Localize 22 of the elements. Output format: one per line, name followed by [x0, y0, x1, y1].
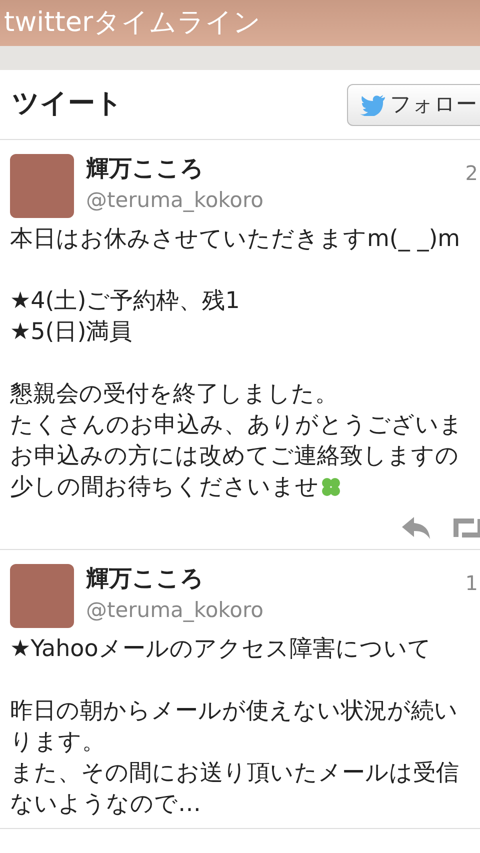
tweet-text: 本日はお休みさせていただきますm(_ _)m: [10, 225, 462, 254]
tweet-text: ★5(日)満員: [10, 318, 134, 347]
tweet-text: ★4(土)ご予約枠、残1: [10, 287, 241, 316]
tweet-text: 昨日の朝からメールが使えない状況が続い: [10, 697, 459, 726]
bird-icon: [360, 94, 386, 116]
tweet-text: たくさんのお申込み、ありがとうございま: [10, 411, 464, 440]
tweet-text: ります。: [10, 728, 106, 757]
user-handle[interactable]: @teruma_kokoro: [86, 184, 466, 216]
timeline-title: ツイート: [12, 87, 123, 122]
tweet-text: ないようなので…: [10, 790, 202, 819]
tweet-text: ★Yahooメールのアクセス障害について: [10, 635, 432, 664]
follow-button[interactable]: フォロー: [347, 84, 480, 126]
user-name[interactable]: 輝万こころ: [86, 564, 466, 594]
user-name[interactable]: 輝万こころ: [86, 154, 466, 184]
tweet-text: 少しの間お待ちくださいませ: [10, 473, 319, 502]
tweet-time[interactable]: 2: [465, 158, 478, 218]
tweet-text: お申込みの方には改めてご連絡致しますの: [10, 442, 460, 471]
tweet-time[interactable]: 1: [465, 568, 478, 628]
tweet-text: また、その間にお送り頂いたメールは受信: [10, 759, 460, 788]
user-handle[interactable]: @teruma_kokoro: [86, 594, 466, 626]
page-title: twitterタイムライン: [4, 6, 262, 40]
tweet-text: 懇親会の受付を終了しました。: [10, 380, 339, 409]
